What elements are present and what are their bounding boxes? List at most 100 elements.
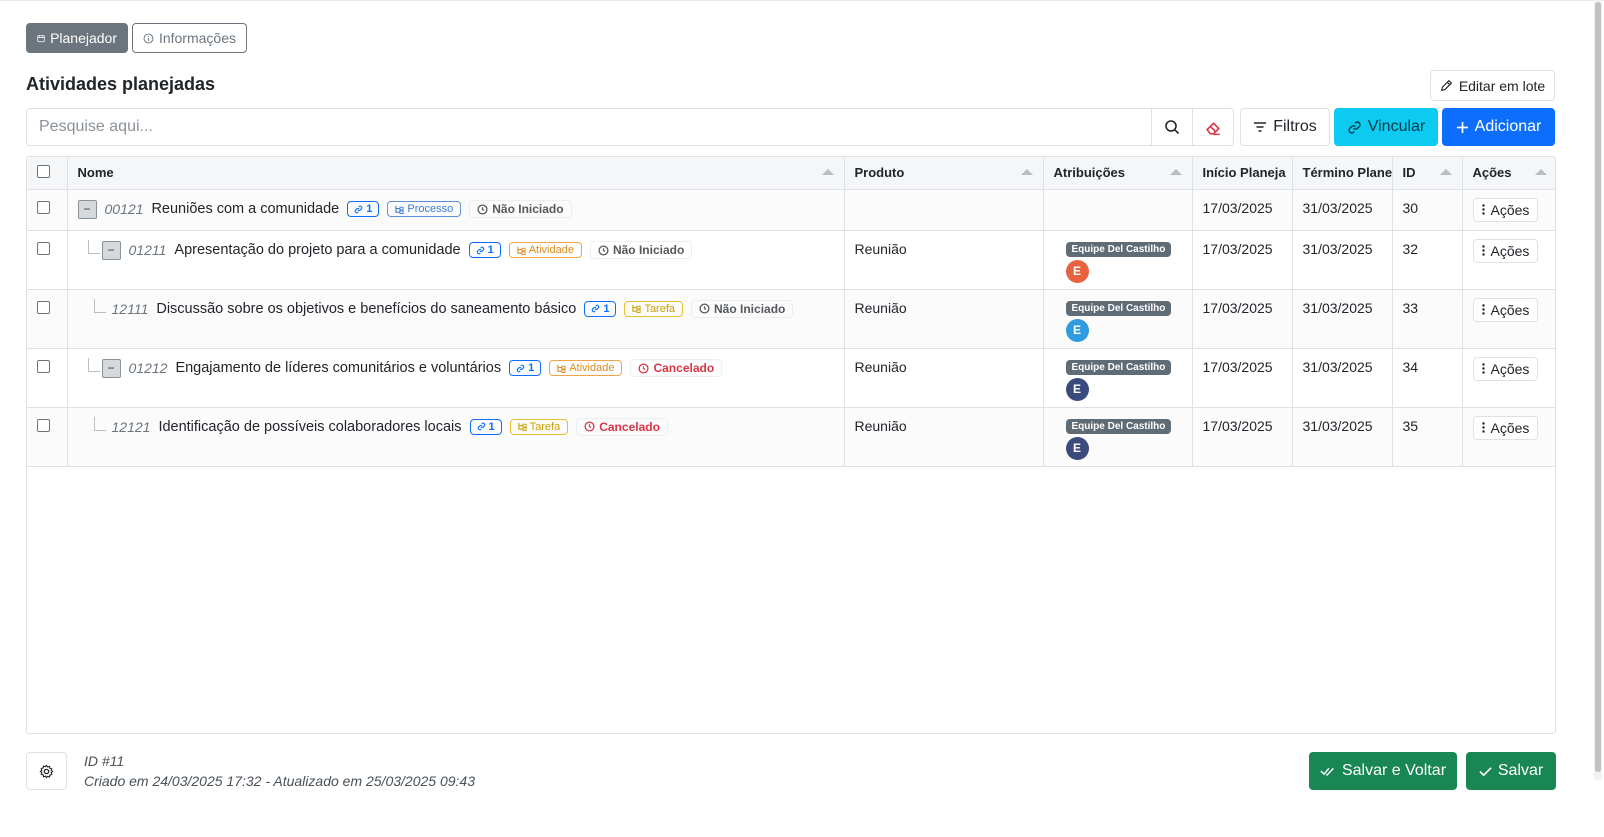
header-end[interactable]: Término Plane [1292, 157, 1393, 190]
type-badge: Atividade [508, 242, 582, 258]
row-checkbox[interactable] [37, 200, 50, 214]
clear-search-button[interactable] [1192, 109, 1233, 145]
sort-icon[interactable] [1439, 169, 1452, 175]
info-icon [143, 33, 154, 43]
save-button[interactable]: Salvar [1466, 752, 1556, 790]
type-label: Tarefa [529, 420, 561, 433]
search-input[interactable] [27, 109, 1151, 145]
avatar[interactable]: E [1065, 436, 1089, 460]
tab-planner[interactable]: Planejador [26, 23, 128, 53]
header-select-all[interactable] [27, 157, 68, 190]
row-checkbox[interactable] [37, 241, 50, 255]
sort-icon[interactable] [1169, 169, 1182, 175]
row-actions-button[interactable]: Ações [1472, 356, 1539, 381]
end-date: 31/03/2025 [1292, 189, 1393, 231]
actions-label: Ações [1490, 201, 1530, 218]
tab-info[interactable]: Informações [132, 23, 247, 53]
avatar[interactable]: E [1065, 377, 1089, 401]
search-bar [26, 108, 1234, 146]
header-name[interactable]: Nome [67, 157, 845, 190]
page-scrollbar-thumb[interactable] [1595, 2, 1601, 772]
settings-button[interactable] [26, 752, 67, 790]
product-cell: Reunião [844, 407, 1044, 467]
actions-cell: Ações [1462, 407, 1555, 467]
row-checkbox[interactable] [37, 359, 50, 373]
collapse-button[interactable]: − [101, 240, 121, 260]
row-actions-button[interactable]: Ações [1472, 415, 1539, 440]
assignments-cell: Equipe Del Castilho E [1043, 348, 1193, 408]
edit-batch-button[interactable]: Editar em lote [1430, 70, 1555, 101]
type-badge: Processo [387, 201, 462, 217]
gear-icon [39, 764, 54, 778]
assignments-cell [1043, 189, 1193, 231]
collapse-button[interactable]: − [101, 358, 121, 378]
cancel-clock-icon [638, 362, 650, 374]
product-cell: Reunião [844, 348, 1044, 408]
header-assignments[interactable]: Atribuições [1043, 157, 1193, 190]
links-badge[interactable]: 1 [347, 201, 380, 217]
activity-name[interactable]: Reuniões com a comunidade [151, 201, 339, 217]
status-badge: Cancelado [630, 359, 723, 377]
header-id[interactable]: ID [1392, 157, 1463, 190]
hierarchy-icon [518, 422, 527, 431]
search-button[interactable] [1151, 109, 1192, 145]
tab-info-label: Informações [158, 30, 236, 46]
save-and-back-button[interactable]: Salvar e Voltar [1309, 752, 1457, 790]
table-row[interactable]: 12121 Identificação de possíveis colabor… [27, 407, 1555, 467]
sort-icon[interactable] [1020, 169, 1033, 175]
tree-connector [87, 358, 100, 372]
top-border [0, 0, 1604, 1]
links-badge[interactable]: 1 [584, 300, 617, 317]
eraser-icon [1205, 121, 1220, 135]
table-row[interactable]: − 00121 Reuniões com a comunidade 1 Proc… [27, 189, 1555, 231]
collapse-button[interactable]: − [77, 199, 97, 219]
tree-connector [93, 416, 106, 431]
links-count: 1 [366, 203, 373, 215]
row-checkbox[interactable] [37, 418, 50, 432]
links-badge[interactable]: 1 [468, 242, 501, 258]
header-start[interactable]: Início Planeja [1192, 157, 1293, 190]
sort-icon[interactable] [1534, 169, 1547, 175]
select-all-checkbox[interactable] [37, 165, 50, 179]
add-button[interactable]: Adicionar [1442, 108, 1555, 146]
end-date: 31/03/2025 [1292, 289, 1393, 349]
sort-icon[interactable] [821, 169, 834, 175]
start-date: 17/03/2025 [1192, 189, 1293, 231]
activity-name[interactable]: Apresentação do projeto para a comunidad… [174, 242, 460, 258]
table-header: Nome Produto Atribuições Início Planeja … [27, 157, 1555, 190]
header-product[interactable]: Produto [844, 157, 1044, 190]
activity-name[interactable]: Identificação de possíveis colaboradores… [158, 419, 461, 435]
activity-name[interactable]: Engajamento de líderes comunitários e vo… [175, 360, 501, 376]
row-checkbox[interactable] [37, 300, 50, 314]
header-assignments-label: Atribuições [1053, 165, 1126, 181]
links-badge[interactable]: 1 [509, 360, 542, 376]
team-badge: Equipe Del Castilho [1065, 241, 1172, 257]
avatar[interactable]: E [1065, 318, 1089, 342]
team-badge: Equipe Del Castilho [1065, 300, 1172, 316]
avatar[interactable]: E [1065, 259, 1089, 283]
filters-button[interactable]: Filtros [1240, 108, 1330, 146]
link-icon [477, 422, 485, 431]
header-end-label: Término Plane [1302, 165, 1392, 181]
table-row[interactable]: − 01212 Engajamento de líderes comunitár… [27, 348, 1555, 408]
row-id: 34 [1392, 348, 1463, 408]
status-label: Não Iniciado [714, 301, 786, 316]
table-row[interactable]: − 01211 Apresentação do projeto para a c… [27, 230, 1555, 290]
header-actions[interactable]: Ações [1462, 157, 1555, 190]
table-row[interactable]: 12111 Discussão sobre os objetivos e ben… [27, 289, 1555, 349]
link-icon [476, 246, 484, 254]
product-cell [844, 189, 1044, 231]
type-label: Tarefa [644, 302, 676, 315]
name-cell: 12111 Discussão sobre os objetivos e ben… [67, 289, 845, 349]
row-actions-button[interactable]: Ações [1472, 238, 1539, 263]
link-icon [592, 304, 600, 313]
row-select-cell [27, 289, 68, 349]
activity-name[interactable]: Discussão sobre os objetivos e benefício… [156, 301, 576, 317]
link-button[interactable]: Vincular [1334, 108, 1438, 146]
row-actions-button[interactable]: Ações [1472, 197, 1539, 222]
name-cell: 12121 Identificação de possíveis colabor… [67, 407, 845, 467]
cancel-clock-icon [584, 421, 595, 432]
links-badge[interactable]: 1 [469, 418, 502, 435]
activities-table: Nome Produto Atribuições Início Planeja … [26, 156, 1556, 734]
row-actions-button[interactable]: Ações [1472, 297, 1539, 322]
